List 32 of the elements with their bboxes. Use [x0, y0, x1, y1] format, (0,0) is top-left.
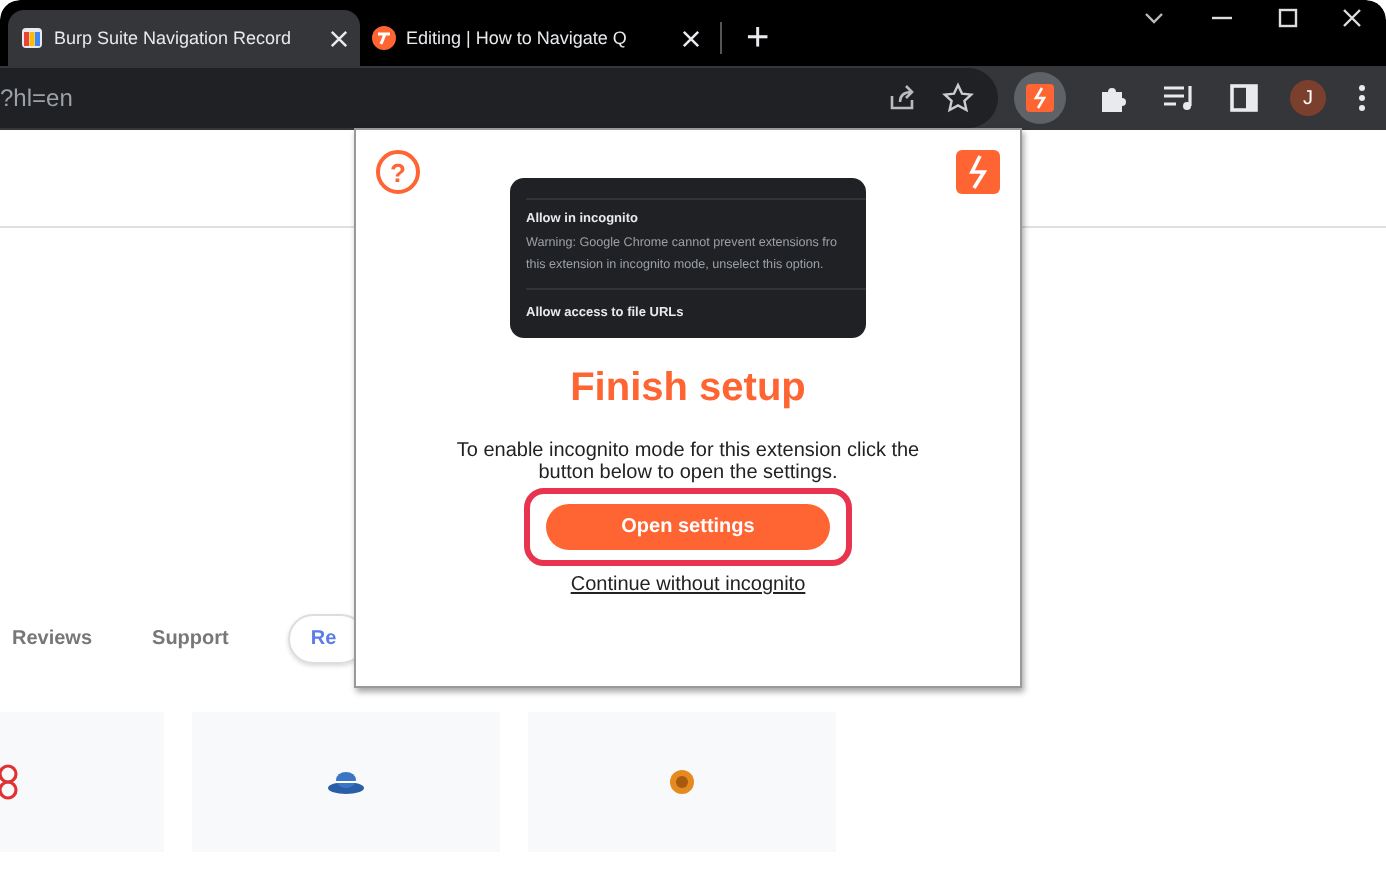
tango-logo-icon: [372, 26, 396, 50]
minimize-icon[interactable]: [1210, 16, 1234, 20]
tab-title: Burp Suite Navigation Record: [54, 28, 292, 48]
close-window-icon[interactable]: [1342, 8, 1362, 28]
nav-tab[interactable]: Support: [152, 627, 229, 649]
puzzle-icon[interactable]: [1098, 82, 1130, 114]
profile-avatar[interactable]: J: [1290, 80, 1326, 116]
tab-title: Editing | How to Navigate Q: [406, 28, 627, 48]
url-text: ?hl=en: [0, 84, 75, 112]
lightning-icon: [1026, 84, 1054, 112]
chevron-down-icon[interactable]: [1142, 10, 1166, 26]
share-icon[interactable]: [886, 82, 918, 114]
maximize-icon[interactable]: [1278, 8, 1298, 28]
more-icon[interactable]: [1358, 84, 1366, 112]
browser-tab[interactable]: Editing | How to Navigate Q: [360, 10, 712, 66]
side-panel-icon[interactable]: [1230, 84, 1258, 112]
nav-tab[interactable]: Reviews: [12, 627, 93, 649]
star-icon[interactable]: [942, 82, 974, 114]
lightning-logo-icon: [956, 150, 1000, 194]
rings-icon: [0, 762, 20, 802]
playlist-icon[interactable]: [1162, 84, 1198, 112]
popup-description: To enable incognito mode for this extension click the button below to open the settings.: [454, 440, 922, 484]
address-bar[interactable]: ?hl=en: [0, 68, 998, 128]
continue-link[interactable]: Continue without incognito: [570, 574, 806, 596]
hat-icon: [326, 768, 366, 796]
popup-title: Finish setup: [570, 366, 806, 412]
close-icon[interactable]: [330, 29, 348, 47]
close-icon[interactable]: [682, 29, 700, 47]
browser-tab[interactable]: Burp Suite Navigation Record: [8, 10, 360, 66]
extension-button[interactable]: [1014, 72, 1066, 124]
new-tab-button[interactable]: +: [730, 10, 786, 66]
colorful-favicon-icon: [20, 26, 44, 50]
